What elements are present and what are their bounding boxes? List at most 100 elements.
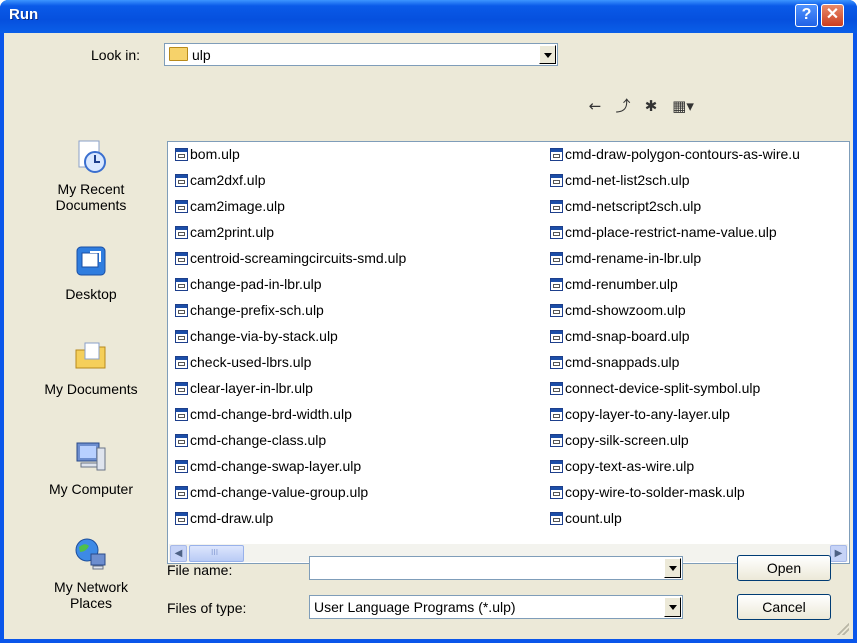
help-button[interactable]: ? (795, 4, 818, 27)
file-item[interactable]: cmd-change-class.ulp (175, 432, 406, 458)
look-in-value: ulp (192, 47, 211, 63)
file-item[interactable]: cmd-draw.ulp (175, 510, 406, 536)
file-name: copy-wire-to-solder-mask.ulp (565, 484, 745, 500)
chevron-down-icon[interactable] (664, 558, 681, 578)
file-item[interactable]: cmd-net-list2sch.ulp (550, 172, 800, 198)
file-item[interactable]: cmd-change-swap-layer.ulp (175, 458, 406, 484)
file-item[interactable]: cmd-snappads.ulp (550, 354, 800, 380)
file-name: copy-layer-to-any-layer.ulp (565, 406, 730, 422)
views-menu-icon[interactable]: ▦▾ (668, 96, 698, 116)
file-column-1: bom.ulp cam2dxf.ulp cam2image.ulp cam2print… (175, 146, 406, 536)
file-item[interactable]: cam2dxf.ulp (175, 172, 406, 198)
place-label: My Network Places (54, 579, 128, 611)
file-item[interactable]: change-via-by-stack.ulp (175, 328, 406, 354)
file-item[interactable]: cmd-change-value-group.ulp (175, 484, 406, 510)
resize-grip[interactable] (837, 623, 849, 635)
ulp-file-icon (175, 200, 188, 213)
file-name: cmd-place-restrict-name-value.ulp (565, 224, 777, 240)
ulp-file-icon (175, 148, 188, 161)
file-item[interactable]: cmd-showzoom.ulp (550, 302, 800, 328)
back-icon[interactable]: ← (584, 96, 606, 116)
file-item[interactable]: cmd-place-restrict-name-value.ulp (550, 224, 800, 250)
place-label: My Recent Documents (55, 181, 127, 213)
open-button[interactable]: Open (737, 555, 831, 581)
file-item[interactable]: check-used-lbrs.ulp (175, 354, 406, 380)
file-name: copy-text-as-wire.ulp (565, 458, 695, 474)
folder-icon (169, 47, 188, 61)
file-item[interactable]: count.ulp (550, 510, 800, 536)
file-name: cmd-renumber.ulp (565, 276, 678, 292)
ulp-file-icon (550, 486, 563, 499)
chevron-down-icon[interactable] (539, 45, 556, 64)
file-item[interactable]: copy-silk-screen.ulp (550, 432, 800, 458)
file-name: cmd-change-class.ulp (190, 432, 327, 448)
close-button[interactable]: ✕ (821, 4, 844, 27)
my-computer-icon (76, 442, 106, 471)
up-folder-icon[interactable]: ⤴ (612, 96, 634, 116)
look-in-dropdown[interactable]: ulp (164, 43, 558, 66)
ulp-file-icon (550, 460, 563, 473)
file-name: cmd-netscript2sch.ulp (565, 198, 702, 214)
ulp-file-icon (550, 200, 563, 213)
file-name: cmd-draw-polygon-contours-as-wire.u (565, 146, 800, 162)
file-column-2: cmd-draw-polygon-contours-as-wire.u cmd-n… (550, 146, 800, 536)
file-item[interactable]: copy-wire-to-solder-mask.ulp (550, 484, 800, 510)
file-item[interactable]: cmd-draw-polygon-contours-as-wire.u (550, 146, 800, 172)
file-name: cmd-change-brd-width.ulp (190, 406, 352, 422)
file-name: cam2dxf.ulp (190, 172, 266, 188)
ulp-file-icon (175, 304, 188, 317)
ulp-file-icon (550, 304, 563, 317)
file-name: connect-device-split-symbol.ulp (565, 380, 761, 396)
place-network-places[interactable]: My Network Places (30, 536, 152, 611)
file-item[interactable]: change-prefix-sch.ulp (175, 302, 406, 328)
file-name: cmd-change-swap-layer.ulp (190, 458, 362, 474)
desktop-icon (76, 246, 106, 276)
file-name: centroid-screamingcircuits-smd.ulp (190, 250, 407, 266)
file-item[interactable]: cmd-renumber.ulp (550, 276, 800, 302)
place-recent-documents[interactable]: My Recent Documents (30, 138, 152, 213)
file-item[interactable]: cmd-netscript2sch.ulp (550, 198, 800, 224)
file-name: cmd-net-list2sch.ulp (565, 172, 690, 188)
file-list[interactable]: bom.ulp cam2dxf.ulp cam2image.ulp cam2print… (167, 141, 850, 564)
ulp-file-icon (550, 382, 563, 395)
file-item[interactable]: centroid-screamingcircuits-smd.ulp (175, 250, 406, 276)
file-item[interactable]: cmd-snap-board.ulp (550, 328, 800, 354)
ulp-file-icon (550, 512, 563, 525)
file-name: cmd-rename-in-lbr.ulp (565, 250, 702, 266)
file-item[interactable]: change-pad-in-lbr.ulp (175, 276, 406, 302)
file-item[interactable]: cmd-change-brd-width.ulp (175, 406, 406, 432)
cancel-button[interactable]: Cancel (737, 594, 831, 620)
ulp-file-icon (550, 226, 563, 239)
file-item[interactable]: copy-text-as-wire.ulp (550, 458, 800, 484)
scrollbar-thumb[interactable] (189, 545, 244, 562)
file-name-label: File name: (167, 562, 233, 578)
place-my-computer[interactable]: My Computer (30, 438, 152, 497)
look-in-label: Look in: (91, 47, 141, 63)
ulp-file-icon (175, 356, 188, 369)
ulp-file-icon (550, 148, 563, 161)
place-my-documents[interactable]: My Documents (30, 338, 152, 397)
file-name: cmd-showzoom.ulp (565, 302, 686, 318)
file-item[interactable]: bom.ulp (175, 146, 406, 172)
file-item[interactable]: connect-device-split-symbol.ulp (550, 380, 800, 406)
scroll-right-icon[interactable]: ▶ (830, 545, 847, 562)
ulp-file-icon (175, 226, 188, 239)
chevron-down-icon[interactable] (664, 597, 681, 617)
ulp-file-icon (175, 382, 188, 395)
file-item[interactable]: cmd-rename-in-lbr.ulp (550, 250, 800, 276)
file-item[interactable]: copy-layer-to-any-layer.ulp (550, 406, 800, 432)
ulp-file-icon (175, 252, 188, 265)
new-folder-icon[interactable]: ✱ (640, 96, 662, 116)
title-bar[interactable]: Run ? ✕ (0, 0, 857, 33)
file-name: cmd-snap-board.ulp (565, 328, 690, 344)
file-item[interactable]: clear-layer-in-lbr.ulp (175, 380, 406, 406)
file-name-input[interactable] (309, 556, 683, 580)
file-name: cmd-snappads.ulp (565, 354, 680, 370)
place-desktop[interactable]: Desktop (30, 243, 152, 302)
scroll-left-icon[interactable]: ◀ (170, 545, 187, 562)
file-name: bom.ulp (190, 146, 240, 162)
file-item[interactable]: cam2print.ulp (175, 224, 406, 250)
file-item[interactable]: cam2image.ulp (175, 198, 406, 224)
files-of-type-dropdown[interactable]: User Language Programs (*.ulp) (309, 595, 683, 619)
ulp-file-icon (175, 512, 188, 525)
